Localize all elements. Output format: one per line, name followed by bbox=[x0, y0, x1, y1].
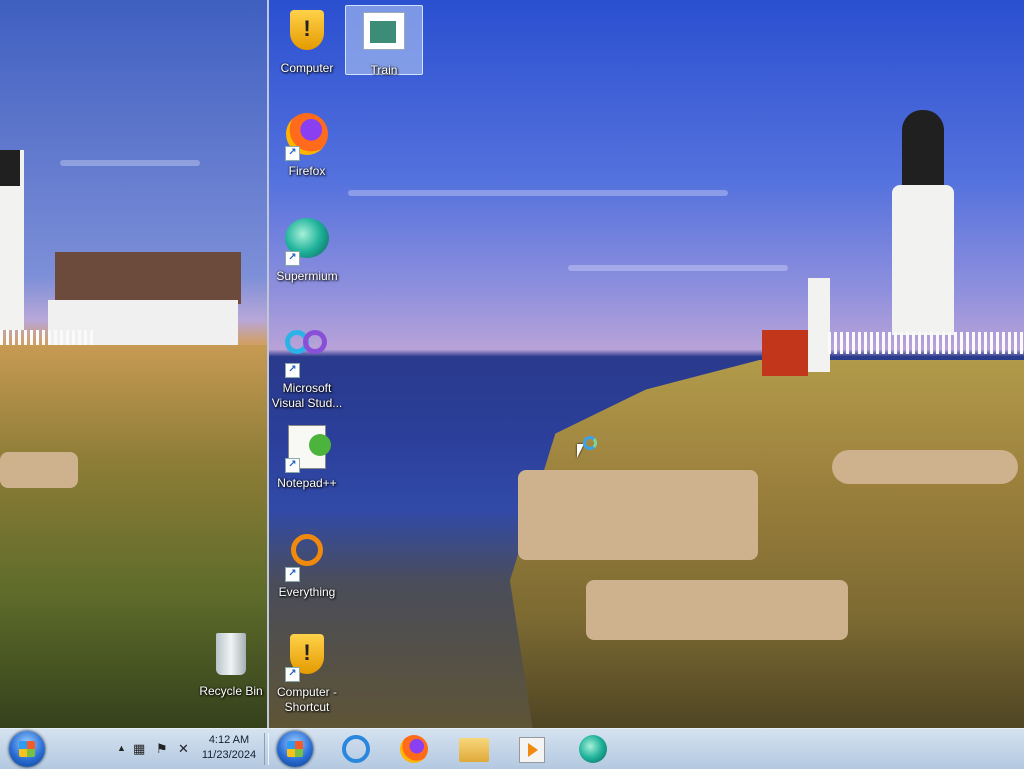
show-desktop-button[interactable] bbox=[264, 733, 269, 765]
supermium-icon bbox=[579, 735, 607, 763]
start-orb-icon[interactable] bbox=[277, 731, 313, 767]
taskbar-file-explorer[interactable] bbox=[452, 732, 496, 766]
computer-shield-icon: ! ↗ bbox=[283, 634, 331, 682]
taskbar-media-player[interactable] bbox=[510, 732, 554, 766]
desktop-icon-supermium[interactable]: ↗ Supermium bbox=[269, 214, 345, 283]
desktop-icon-label: Computer bbox=[280, 61, 334, 75]
train-file-icon bbox=[360, 12, 408, 60]
shortcut-arrow-icon: ↗ bbox=[285, 363, 300, 378]
clock-date: 11/23/2024 bbox=[201, 749, 257, 761]
wallpaper-chimney bbox=[808, 278, 830, 372]
wallpaper-rock bbox=[832, 450, 1018, 484]
volume-muted-icon[interactable]: ✕ bbox=[178, 741, 189, 757]
wallpaper-right-pane bbox=[268, 0, 1024, 728]
desktop-icon-visual-studio[interactable]: ↗ Microsoft Visual Stud... bbox=[269, 318, 345, 410]
action-center-flag-icon[interactable]: ⚑ bbox=[156, 741, 168, 757]
taskbar-firefox[interactable] bbox=[392, 732, 436, 766]
desktop-icon-train[interactable]: Train bbox=[345, 5, 423, 77]
desktop-icon-computer[interactable]: ! Computer bbox=[269, 6, 345, 75]
wallpaper-lighthouse-lantern bbox=[0, 150, 20, 186]
wallpaper-house-roof bbox=[55, 252, 241, 304]
desktop-icon-firefox[interactable]: ↗ Firefox bbox=[269, 110, 345, 178]
desktop-icon-label: Train bbox=[370, 63, 398, 77]
show-hidden-icons-arrow[interactable]: ▲ bbox=[117, 743, 126, 753]
wallpaper-lighthouse bbox=[892, 185, 954, 335]
wallpaper-rock bbox=[0, 452, 78, 488]
wallpaper-fence bbox=[828, 332, 1024, 354]
desktop-icon-label: Microsoft Visual Stud... bbox=[271, 381, 343, 410]
firefox-icon: ↗ bbox=[283, 113, 331, 161]
wallpaper-cloud bbox=[60, 160, 200, 166]
notepad-plus-plus-icon: ↗ bbox=[283, 425, 331, 473]
wallpaper-lighthouse-lantern bbox=[902, 110, 944, 185]
computer-shield-icon: ! bbox=[283, 10, 331, 58]
media-player-icon bbox=[519, 737, 545, 763]
wallpaper-red-shed bbox=[762, 330, 808, 376]
supermium-icon: ↗ bbox=[283, 218, 331, 266]
wallpaper-cloud bbox=[568, 265, 788, 271]
desktop-icon-label: Firefox bbox=[288, 164, 326, 178]
internet-explorer-icon bbox=[342, 735, 370, 763]
desktop-icon-label: Everything bbox=[278, 585, 336, 599]
desktop-icon-label: Notepad++ bbox=[277, 476, 337, 490]
desktop-icon-label: Recycle Bin bbox=[199, 684, 263, 698]
wallpaper-rock bbox=[586, 580, 848, 640]
taskbar-supermium[interactable] bbox=[571, 732, 615, 766]
shortcut-arrow-icon: ↗ bbox=[285, 458, 300, 473]
busy-spinner-icon bbox=[583, 436, 597, 450]
taskbar-internet-explorer[interactable] bbox=[334, 732, 378, 766]
everything-search-icon: ↗ bbox=[283, 534, 331, 582]
shortcut-arrow-icon: ↗ bbox=[285, 251, 300, 266]
taskbar: ▲ ▦ ⚑ ✕ 4:12 AM 11/23/2024 bbox=[0, 728, 1024, 769]
visual-studio-icon: ↗ bbox=[283, 330, 331, 378]
desktop-icon-label: Computer - Shortcut bbox=[276, 685, 338, 714]
shortcut-arrow-icon: ↗ bbox=[285, 146, 300, 161]
desktop-icon-notepad-plus-plus[interactable]: ↗ Notepad++ bbox=[269, 422, 345, 490]
desktop-icon-label: Supermium bbox=[276, 269, 338, 283]
wallpaper-left-pane bbox=[0, 0, 268, 728]
wallpaper-rock bbox=[518, 470, 758, 560]
file-explorer-icon bbox=[459, 738, 489, 762]
start-button[interactable] bbox=[9, 731, 45, 767]
shortcut-arrow-icon: ↗ bbox=[285, 567, 300, 582]
desktop-icon-computer-shortcut[interactable]: ! ↗ Computer - Shortcut bbox=[269, 630, 345, 714]
wallpaper-cloud bbox=[348, 190, 728, 196]
clock-time: 4:12 AM bbox=[208, 734, 250, 746]
desktop-icon-recycle-bin[interactable]: Recycle Bin bbox=[193, 630, 269, 698]
system-clock[interactable]: 4:12 AM 11/23/2024 bbox=[196, 733, 262, 763]
firefox-icon bbox=[400, 735, 428, 763]
shortcut-arrow-icon: ↗ bbox=[285, 667, 300, 682]
recycle-bin-icon bbox=[207, 633, 255, 681]
network-icon[interactable]: ▦ bbox=[133, 741, 145, 757]
desktop-icon-everything[interactable]: ↗ Everything bbox=[269, 526, 345, 599]
